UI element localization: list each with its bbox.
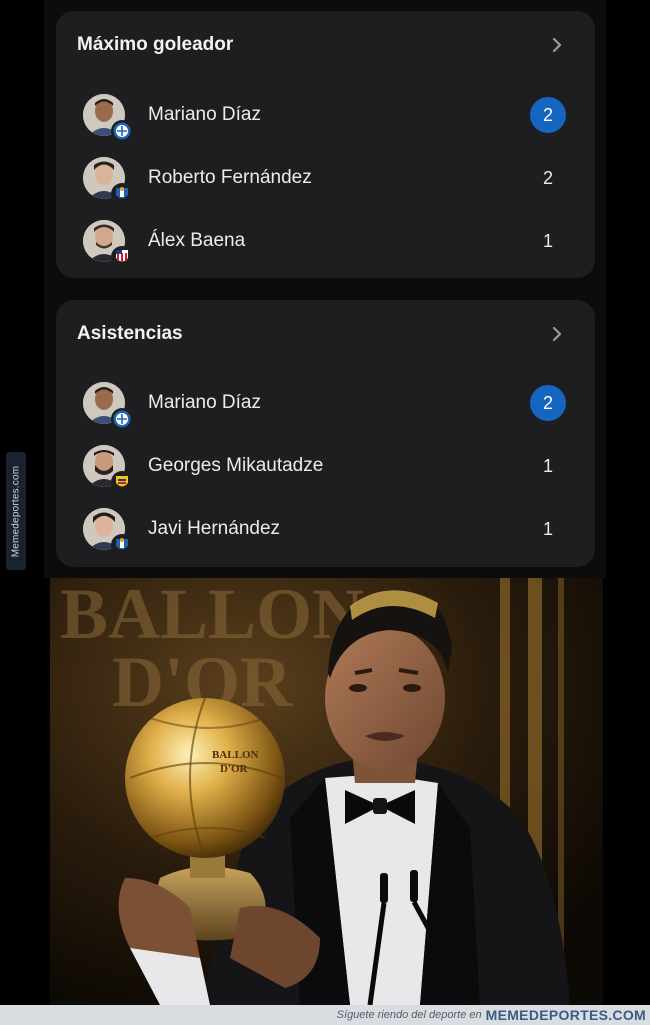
side-watermark-text: Memedeportes.com — [10, 465, 22, 557]
villarreal-badge-icon — [111, 471, 133, 493]
player-name: Javi Hernández — [148, 518, 281, 539]
player-row[interactable]: Mariano Díaz 2 — [56, 375, 595, 431]
footer-tagline: Síguete riendo del deporte en — [336, 1009, 482, 1021]
assists-header[interactable]: Asistencias — [77, 322, 565, 346]
chevron-right-icon[interactable] — [549, 326, 565, 342]
player-row[interactable]: Roberto Fernández 2 — [56, 150, 595, 206]
top-scorers-card: Máximo goleador Mariano Díaz 2 Roberto F… — [56, 11, 595, 278]
footer-brand-link[interactable]: MEMEDEPORTES.COM — [486, 1007, 646, 1023]
alaves-badge-icon — [111, 408, 133, 430]
espanyol-badge-icon — [111, 183, 133, 205]
player-name: Roberto Fernández — [148, 167, 312, 188]
avatar — [83, 220, 133, 268]
espanyol-badge-icon — [111, 534, 133, 556]
goals-count: 2 — [542, 167, 553, 188]
player-row[interactable]: Mariano Díaz 2 — [56, 87, 595, 143]
avatar — [83, 508, 133, 556]
player-name: Georges Mikautadze — [148, 455, 324, 476]
assists-card: Asistencias Mariano Díaz 2 Georges Mikau… — [56, 300, 595, 567]
chevron-right-icon[interactable] — [549, 37, 565, 53]
assists-count: 1 — [542, 455, 553, 476]
avatar — [83, 94, 133, 142]
player-row[interactable]: Georges Mikautadze 1 — [56, 438, 595, 494]
player-row[interactable]: Álex Baena 1 — [56, 213, 595, 269]
avatar — [83, 157, 133, 205]
avatar — [83, 445, 133, 493]
top-scorers-title: Máximo goleador — [77, 34, 234, 55]
alaves-badge-icon — [111, 120, 133, 142]
trophy-dor-text: D'OR — [220, 763, 249, 775]
top-scorers-header[interactable]: Máximo goleador — [77, 33, 565, 57]
player-name: Álex Baena — [148, 230, 246, 251]
assists-count: 1 — [542, 518, 553, 539]
player-name: Mariano Díaz — [148, 104, 261, 125]
player-row[interactable]: Javi Hernández 1 — [56, 501, 595, 557]
ballon-dor-trophy-photo: BALLON D'OR BALLON D'OR — [50, 578, 603, 1005]
goals-count-badge: 2 — [530, 97, 566, 133]
goals-count: 1 — [542, 230, 553, 251]
trophy-ballon-text: BALLON — [212, 749, 259, 761]
footer-bar: Síguete riendo del deporte en MEMEDEPORT… — [0, 1005, 650, 1025]
assists-count-badge: 2 — [530, 385, 566, 421]
atletico-badge-icon — [111, 246, 133, 268]
player-name: Mariano Díaz — [148, 392, 261, 413]
assists-title: Asistencias — [77, 323, 183, 344]
side-watermark: Memedeportes.com — [6, 452, 26, 570]
avatar — [83, 382, 133, 430]
